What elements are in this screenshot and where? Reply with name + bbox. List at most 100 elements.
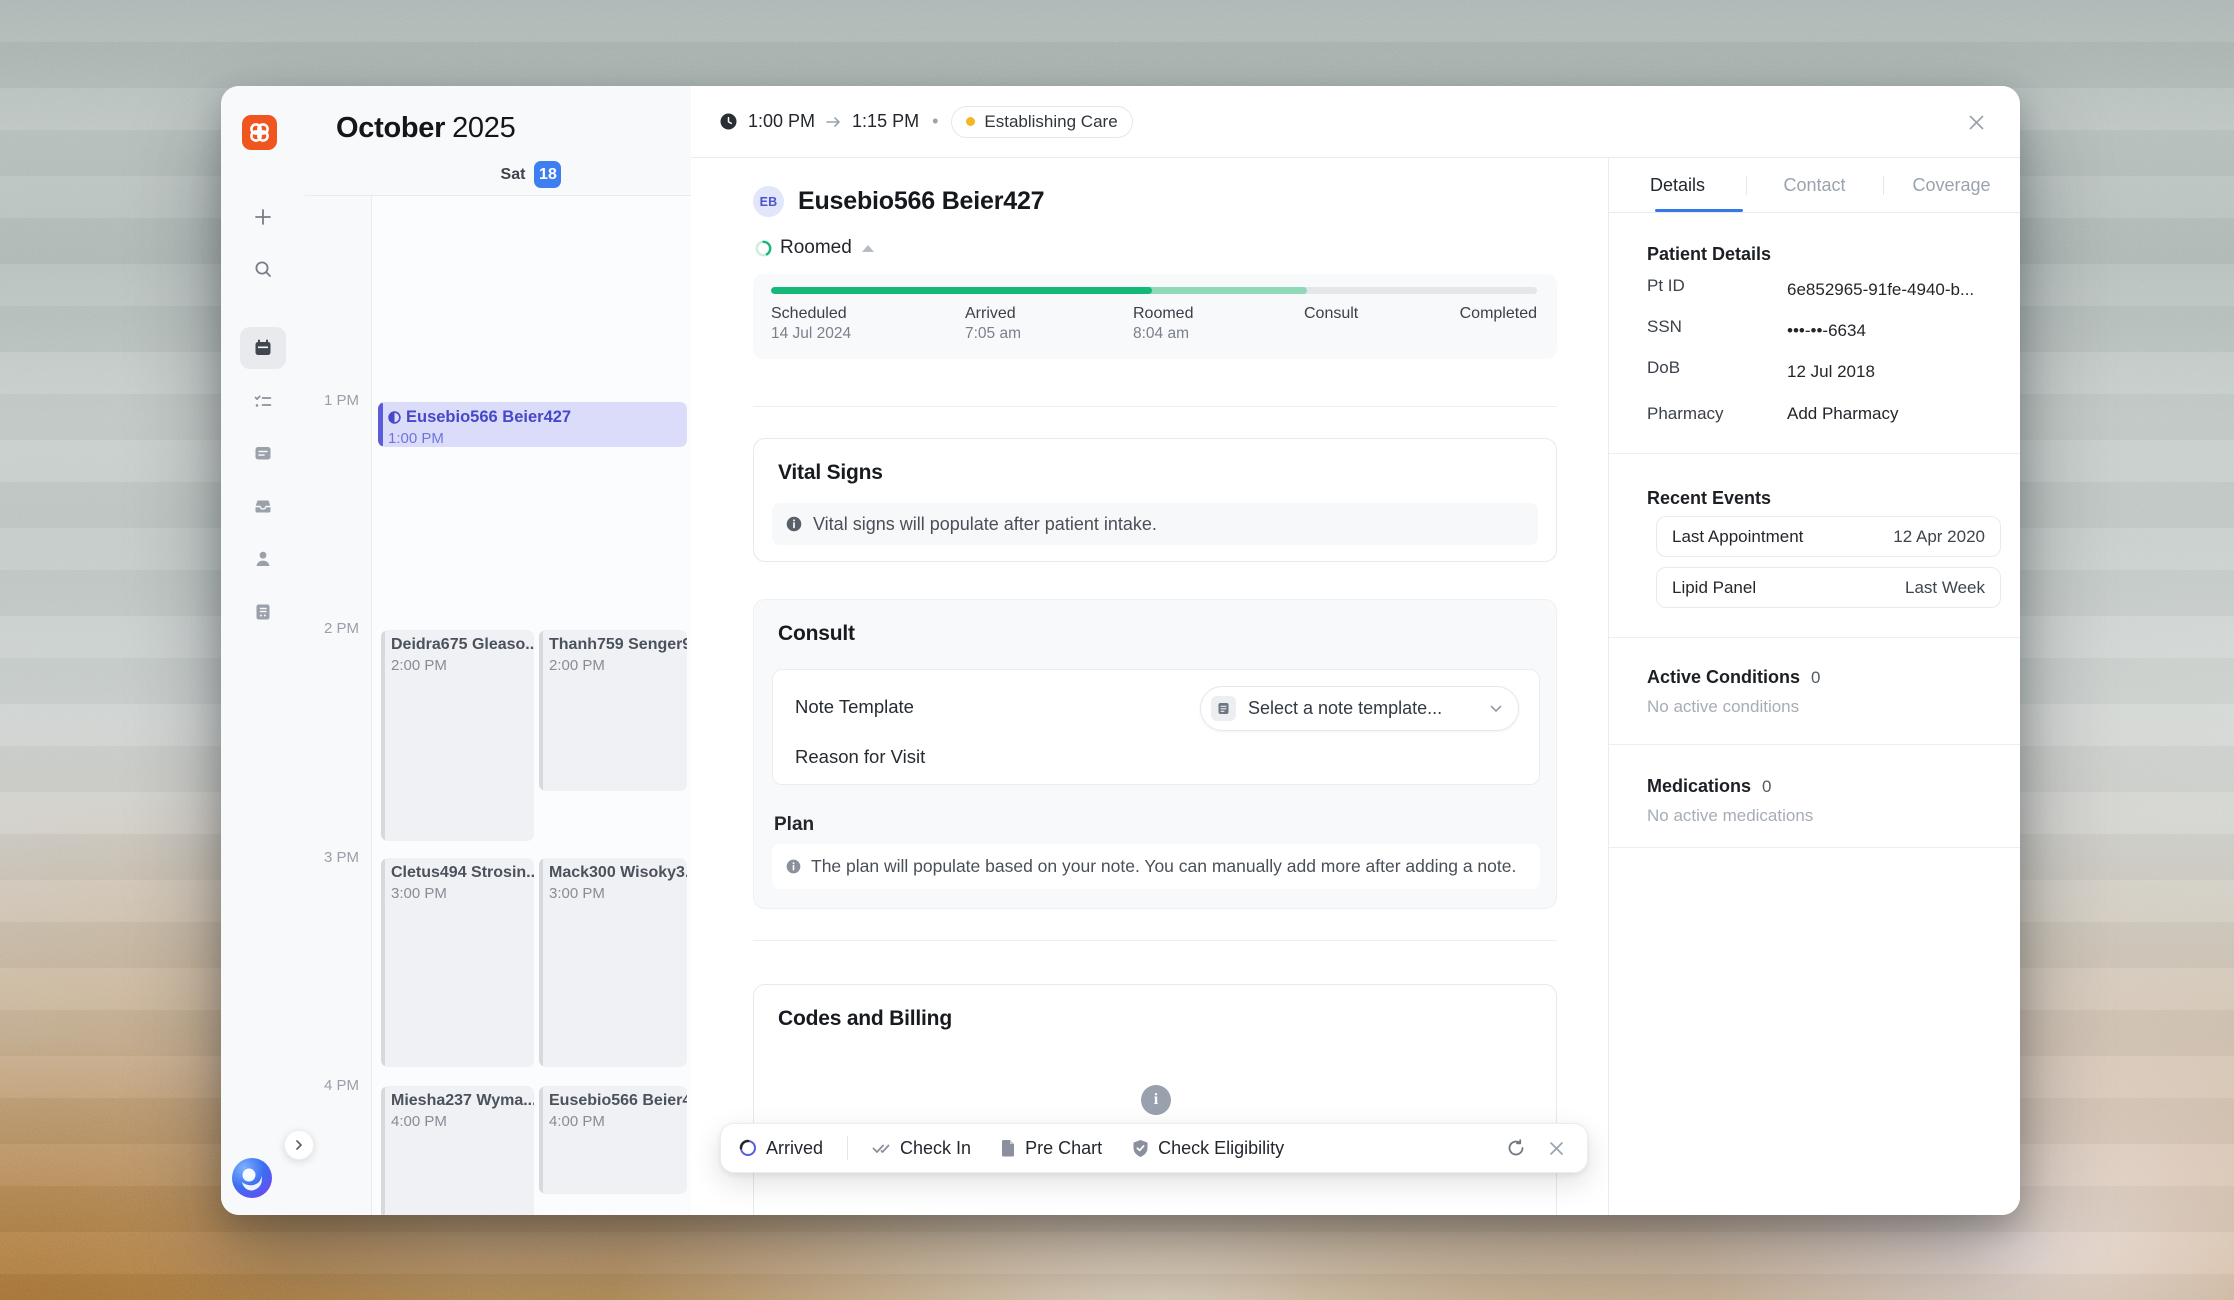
close-icon xyxy=(1549,1141,1564,1156)
tab-separator xyxy=(1746,176,1747,195)
plan-title: Plan xyxy=(774,814,814,836)
calendar-nav-button[interactable] xyxy=(240,327,286,369)
field-label: Pt ID xyxy=(1647,276,1685,296)
caret-up-icon xyxy=(862,245,874,252)
pre-chart-button[interactable]: Pre Chart xyxy=(1001,1138,1102,1159)
vital-signs-card: Vital Signs Vital signs will populate af… xyxy=(753,438,1557,562)
patient-panel: Details Contact Coverage Patient Details… xyxy=(1608,158,2020,1215)
dismiss-bar-button[interactable] xyxy=(1541,1133,1571,1163)
info-icon xyxy=(786,859,801,874)
time-gutter-divider xyxy=(371,195,372,1215)
tab-details[interactable]: Details xyxy=(1609,158,1746,212)
tasks-button[interactable] xyxy=(240,381,286,423)
inbox-button[interactable] xyxy=(240,485,286,527)
calendar-event[interactable]: Deidra675 Gleaso...2:00 PM xyxy=(381,630,534,841)
status-label: Roomed xyxy=(780,237,852,259)
notes-button[interactable] xyxy=(240,432,286,474)
visit-status-icon xyxy=(388,411,401,424)
journal-icon xyxy=(253,602,273,622)
progress-stage: Arrived7:05 am xyxy=(965,304,1021,344)
calendar-event[interactable]: Miesha237 Wyma...4:00 PM xyxy=(381,1086,534,1215)
double-check-icon xyxy=(872,1141,891,1155)
appointment-detail: EB Eusebio566 Beier427 Roomed Scheduled1… xyxy=(691,158,1608,1215)
progress-stage: Scheduled14 Jul 2024 xyxy=(771,304,851,344)
medications-count: 0 xyxy=(1762,777,1771,796)
info-icon: i xyxy=(1141,1085,1171,1115)
panel-divider xyxy=(1609,847,2020,848)
add-button[interactable] xyxy=(240,196,286,238)
note-template-select[interactable]: Select a note template... xyxy=(1200,686,1519,731)
appointment-status-dropdown[interactable]: Roomed xyxy=(755,237,874,259)
vital-signs-notice: Vital signs will populate after patient … xyxy=(772,503,1538,545)
inbox-tray-icon xyxy=(253,496,273,516)
user-avatar[interactable] xyxy=(232,1158,272,1198)
calendar-icon xyxy=(253,338,273,358)
calendar-day-header[interactable]: Sat 18 xyxy=(371,161,691,188)
check-eligibility-button[interactable]: Check Eligibility xyxy=(1132,1138,1284,1159)
active-conditions-count: 0 xyxy=(1811,668,1820,687)
person-icon xyxy=(253,549,273,569)
progress-stage: Roomed8:04 am xyxy=(1133,304,1193,344)
expand-sidebar-button[interactable] xyxy=(284,1130,314,1160)
recent-events-title: Recent Events xyxy=(1647,488,1771,509)
add-pharmacy-link[interactable]: Add Pharmacy xyxy=(1787,404,1899,424)
search-icon xyxy=(253,259,273,279)
separator-dot: • xyxy=(932,111,938,132)
clock-icon xyxy=(720,113,737,130)
tab-coverage[interactable]: Coverage xyxy=(1883,158,2020,212)
toolbar-divider xyxy=(847,1136,848,1160)
field-value: 6e852965-91fe-4940-b... xyxy=(1787,280,1974,300)
medications-title: Medications0 xyxy=(1647,776,1772,797)
arrow-right-icon xyxy=(826,116,841,128)
tab-contact[interactable]: Contact xyxy=(1746,158,1883,212)
calendar-event[interactable]: Mack300 Wisoky3...3:00 PM xyxy=(539,858,687,1067)
calendar-event[interactable]: Cletus494 Strosin...3:00 PM xyxy=(381,858,534,1067)
day-number-badge: 18 xyxy=(534,161,561,188)
patient-header: EB Eusebio566 Beier427 xyxy=(753,186,1044,217)
patient-details-title: Patient Details xyxy=(1647,244,1771,265)
arrived-status-button[interactable]: Arrived xyxy=(739,1138,823,1159)
panel-divider xyxy=(1609,744,2020,745)
panel-divider xyxy=(1609,453,2020,454)
visit-type-status-dot xyxy=(966,117,975,126)
field-label: DoB xyxy=(1647,358,1680,378)
calendar-event[interactable]: Eusebio566 Beier4...4:00 PM xyxy=(539,1086,687,1194)
day-name: Sat xyxy=(501,166,526,184)
appointment-action-bar: Arrived Check In Pre Chart Check Eligibi… xyxy=(720,1123,1588,1173)
search-button[interactable] xyxy=(240,248,286,290)
appointment-start-time: 1:00 PM xyxy=(748,111,815,132)
status-progress-icon xyxy=(755,240,772,257)
plus-icon xyxy=(253,207,273,227)
visit-type-badge[interactable]: Establishing Care xyxy=(951,106,1132,138)
patients-button[interactable] xyxy=(240,538,286,580)
template-icon xyxy=(1211,696,1236,721)
hour-label: 2 PM xyxy=(305,620,359,637)
document-icon xyxy=(1001,1139,1016,1157)
recent-event-item[interactable]: Last Appointment12 Apr 2020 xyxy=(1656,516,2001,557)
calendar-event-selected[interactable]: Eusebio566 Beier427 1:00 PM xyxy=(378,402,687,447)
refresh-icon xyxy=(1507,1139,1525,1157)
refresh-button[interactable] xyxy=(1501,1133,1531,1163)
note-card-icon xyxy=(253,443,273,463)
progress-stage: Consult xyxy=(1304,304,1358,324)
app-logo-icon[interactable] xyxy=(242,115,277,150)
field-label: SSN xyxy=(1647,317,1682,337)
patient-panel-tabs: Details Contact Coverage xyxy=(1609,158,2020,213)
patient-name: Eusebio566 Beier427 xyxy=(798,187,1044,216)
hour-label: 3 PM xyxy=(305,849,359,866)
appointment-header: 1:00 PM 1:15 PM • Establishing Care xyxy=(691,86,2020,158)
field-label: Pharmacy xyxy=(1647,404,1724,424)
vital-signs-title: Vital Signs xyxy=(778,461,883,485)
active-conditions-title: Active Conditions0 xyxy=(1647,667,1820,688)
app-window: October2025 Sat 18 1 PM 2 PM 3 PM 4 PM E… xyxy=(221,86,2020,1215)
calendar-event[interactable]: Thanh759 Senger9...2:00 PM xyxy=(539,630,687,791)
recent-event-item[interactable]: Lipid PanelLast Week xyxy=(1656,567,2001,608)
calendar-month-title: October2025 xyxy=(336,112,515,145)
hour-label: 4 PM xyxy=(305,1077,359,1094)
close-appointment-button[interactable] xyxy=(1962,108,1990,136)
tab-separator xyxy=(1883,176,1884,195)
records-button[interactable] xyxy=(240,591,286,633)
check-in-button[interactable]: Check In xyxy=(872,1138,971,1159)
status-spinner-icon xyxy=(739,1139,757,1157)
consult-title: Consult xyxy=(778,622,855,646)
